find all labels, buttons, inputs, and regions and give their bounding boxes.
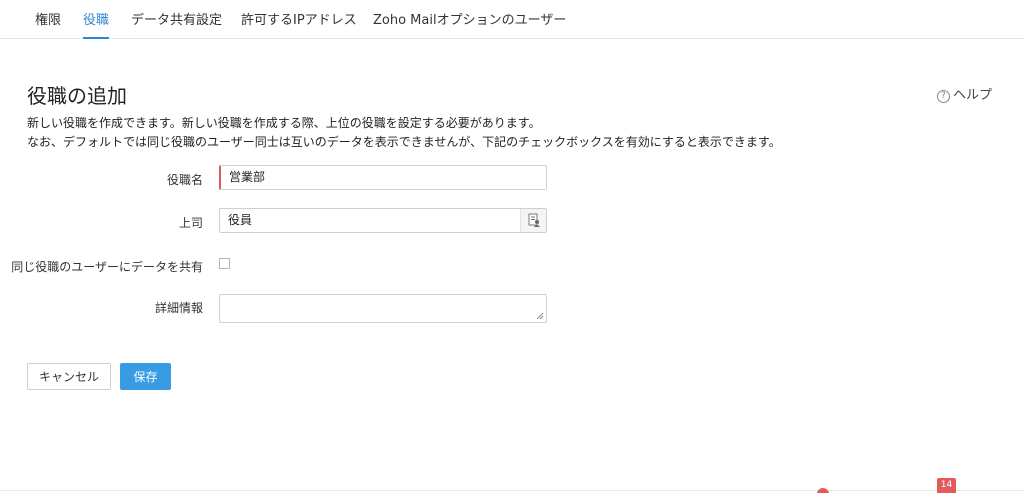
- footer-divider: [0, 490, 1024, 491]
- user-lookup-button[interactable]: [520, 209, 546, 232]
- page: 権限 役職 データ共有設定 許可するIPアドレス Zoho Mailオプションの…: [0, 0, 1024, 493]
- details-textarea[interactable]: [219, 294, 547, 323]
- superior-value: 役員: [228, 213, 253, 227]
- help-label: ヘルプ: [953, 88, 993, 103]
- help-link[interactable]: ? ヘルプ: [937, 84, 992, 103]
- page-title: 役職の追加: [27, 84, 127, 108]
- superior-input[interactable]: 役員: [219, 208, 547, 233]
- save-button[interactable]: 保存: [120, 363, 171, 390]
- share-data-label: 同じ役職のユーザーにデータを共有: [11, 260, 203, 274]
- notification-badge[interactable]: 14: [937, 478, 956, 493]
- resize-handle-icon[interactable]: [536, 312, 544, 320]
- tab-zoho-mail-users[interactable]: Zoho Mailオプションのユーザー: [373, 0, 566, 39]
- notification-dot[interactable]: [817, 488, 829, 493]
- share-data-checkbox[interactable]: [219, 258, 230, 269]
- question-circle-icon: ?: [937, 90, 950, 103]
- superior-label: 上司: [178, 216, 203, 230]
- role-name-input[interactable]: 営業部: [219, 165, 547, 190]
- tab-allowed-ip[interactable]: 許可するIPアドレス: [241, 0, 357, 39]
- tab-permissions[interactable]: 権限: [35, 0, 61, 39]
- tab-roles[interactable]: 役職: [83, 0, 110, 39]
- tab-bar: 権限 役職 データ共有設定 許可するIPアドレス Zoho Mailオプションの…: [0, 0, 1024, 39]
- details-label: 詳細情報: [154, 301, 203, 315]
- role-name-label: 役職名: [166, 173, 203, 187]
- user-lookup-icon: [528, 213, 540, 227]
- cancel-button[interactable]: キャンセル: [27, 363, 111, 390]
- tab-data-sharing[interactable]: データ共有設定: [131, 0, 222, 39]
- description-line-1: 新しい役職を作成できます。新しい役職を作成する際、上位の役職を設定する必要があり…: [27, 116, 541, 130]
- description-line-2: なお、デフォルトでは同じ役職のユーザー同士は互いのデータを表示できませんが、下記…: [27, 135, 781, 149]
